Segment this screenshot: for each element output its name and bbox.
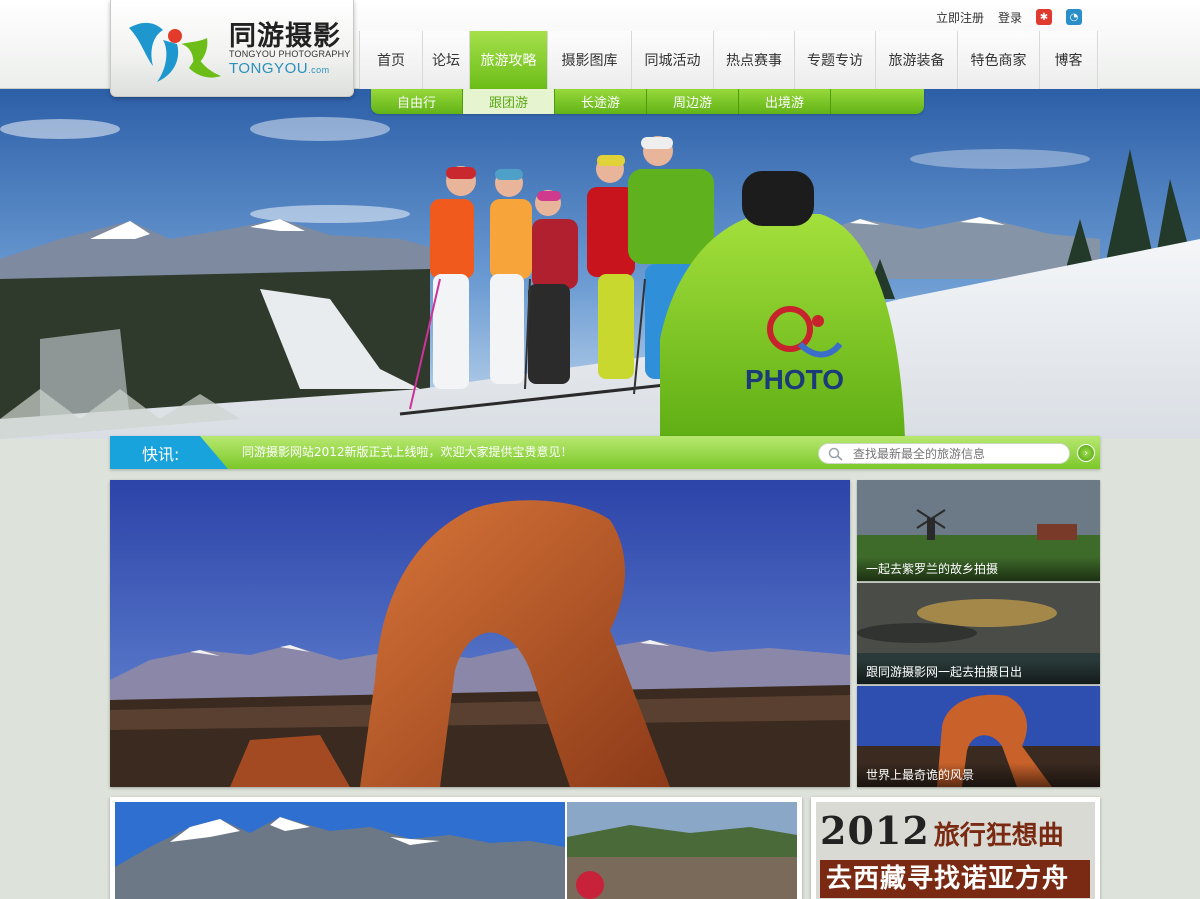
arrow-right-icon[interactable]: › <box>1077 444 1095 462</box>
ticker-headline[interactable]: 同游摄影网站2012新版正式上线啦，欢迎大家提供宝贵意见！ <box>242 436 573 469</box>
logo-mark-icon <box>129 22 221 82</box>
subnav-item-independent[interactable]: 自由行 <box>371 89 463 114</box>
thumb-caption: 世界上最奇诡的风景 <box>857 763 1100 787</box>
nav-item-home[interactable]: 首页 <box>360 31 423 89</box>
thumb-caption: 一起去紫罗兰的故乡拍摄 <box>857 557 1100 581</box>
nav-item-travel-guide[interactable]: 旅游攻略 <box>470 31 548 89</box>
nav-item-local-events[interactable]: 同城活动 <box>632 31 714 89</box>
news-ticker-bar: 快讯: 同游摄影网站2012新版正式上线啦，欢迎大家提供宝贵意见！ › <box>110 436 1100 469</box>
nav-item-blog[interactable]: 博客 <box>1040 31 1098 89</box>
subnav-item-group-tour[interactable]: 跟团游 <box>463 89 555 114</box>
promo-banner: 2012 旅行狂想曲 去西藏寻找诺亚方舟 <box>816 802 1095 899</box>
thumb-caption: 跟同游摄影网一起去拍摄日出 <box>857 660 1100 684</box>
jacket-text: PHOTO <box>745 364 844 395</box>
login-link[interactable]: 登录 <box>998 9 1022 26</box>
thumb-card[interactable]: 世界上最奇诡的风景 <box>857 686 1100 787</box>
hero-banner[interactable]: PHOTO <box>0 89 1200 439</box>
promo-heading: 2012 旅行狂想曲 <box>820 808 1064 853</box>
search-icon <box>828 447 843 461</box>
sub-nav: 自由行 跟团游 长途游 周边游 出境游 <box>371 89 924 114</box>
hero-image: PHOTO <box>0 89 1200 439</box>
logo-cn-text: 同游摄影 <box>229 21 341 52</box>
subnav-item-long-distance[interactable]: 长途游 <box>555 89 647 114</box>
nav-item-gear[interactable]: 旅游装备 <box>876 31 958 89</box>
nav-item-merchants[interactable]: 特色商家 <box>958 31 1040 89</box>
top-links: 立即注册 登录 ✱ ◔ <box>936 8 1082 26</box>
nav-item-photo-library[interactable]: 摄影图库 <box>548 31 632 89</box>
logo-domain-suffix: .com <box>308 65 330 75</box>
register-link[interactable]: 立即注册 <box>936 9 984 26</box>
logo-en-subtitle: TONGYOU PHOTOGRAPHY <box>229 49 351 59</box>
tencent-weibo-icon[interactable]: ◔ <box>1066 9 1082 25</box>
logo-domain-name: TONGYOU <box>229 60 309 77</box>
search-box <box>818 443 1070 464</box>
promo-title: 旅行狂想曲 <box>933 821 1064 851</box>
promo-year: 2012 <box>820 808 930 853</box>
thumb-card[interactable]: 跟同游摄影网一起去拍摄日出 <box>857 583 1100 684</box>
promo-subtitle: 去西藏寻找诺亚方舟 <box>820 860 1090 898</box>
photo-panel[interactable] <box>110 797 802 899</box>
featured-image <box>110 480 850 787</box>
featured-slide[interactable] <box>110 480 850 787</box>
subnav-item-overseas[interactable]: 出境游 <box>739 89 831 114</box>
promo-panel[interactable]: 2012 旅行狂想曲 去西藏寻找诺亚方舟 <box>811 797 1100 899</box>
site-logo[interactable]: 同游摄影 TONGYOU PHOTOGRAPHY TONGYOU.com <box>110 0 354 97</box>
panel-images <box>115 802 797 899</box>
logo-domain: TONGYOU.com <box>229 60 330 77</box>
ticker-label: 快讯: <box>110 436 228 469</box>
search-input[interactable] <box>853 446 1063 461</box>
nav-item-forum[interactable]: 论坛 <box>423 31 470 89</box>
subnav-item-nearby[interactable]: 周边游 <box>647 89 739 114</box>
weibo-icon[interactable]: ✱ <box>1036 9 1052 25</box>
nav-item-hot-contests[interactable]: 热点赛事 <box>714 31 795 89</box>
main-nav: 首页 论坛 旅游攻略 摄影图库 同城活动 热点赛事 专题专访 旅游装备 特色商家… <box>359 31 1100 89</box>
thumb-card[interactable]: 一起去紫罗兰的故乡拍摄 <box>857 480 1100 581</box>
nav-item-features[interactable]: 专题专访 <box>795 31 876 89</box>
